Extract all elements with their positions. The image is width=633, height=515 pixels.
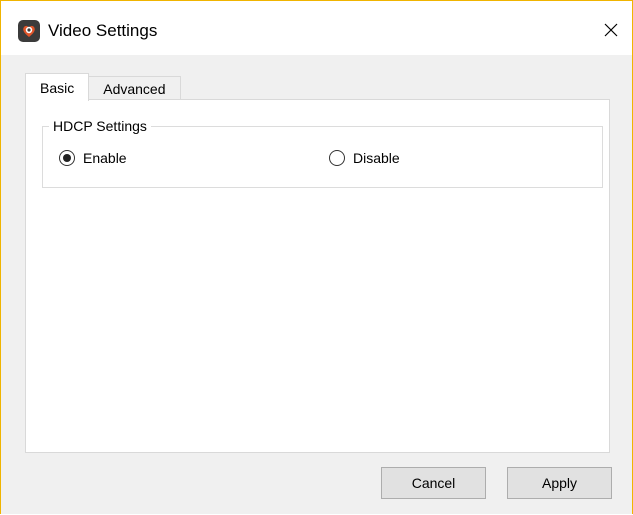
dialog-body: Basic Advanced HDCP Settings Enable Disa… [1, 55, 632, 514]
enable-radio[interactable]: Enable [59, 150, 127, 166]
enable-radio-label[interactable]: Enable [83, 150, 127, 166]
tab-basic[interactable]: Basic [25, 73, 90, 101]
disable-radio[interactable]: Disable [329, 150, 400, 166]
tab-strip: Basic Advanced [25, 73, 181, 101]
radio-checked-icon[interactable] [59, 150, 75, 166]
close-icon [604, 23, 618, 37]
radio-unchecked-icon[interactable] [329, 150, 345, 166]
title-bar[interactable]: Video Settings [1, 1, 632, 55]
apply-button[interactable]: Apply [507, 467, 612, 499]
close-button[interactable] [596, 15, 626, 45]
window-title: Video Settings [48, 21, 158, 40]
video-settings-window: Video Settings Basic Advanced HDCP Setti… [0, 0, 633, 514]
basic-tab-panel: HDCP Settings Enable Disable [25, 99, 610, 453]
disable-radio-label[interactable]: Disable [353, 150, 400, 166]
hdcp-settings-label: HDCP Settings [49, 117, 151, 135]
hdcp-settings-group: HDCP Settings Enable Disable [42, 117, 603, 188]
app-logo-icon [18, 20, 40, 42]
cancel-button[interactable]: Cancel [381, 467, 486, 499]
tab-advanced[interactable]: Advanced [88, 76, 181, 100]
